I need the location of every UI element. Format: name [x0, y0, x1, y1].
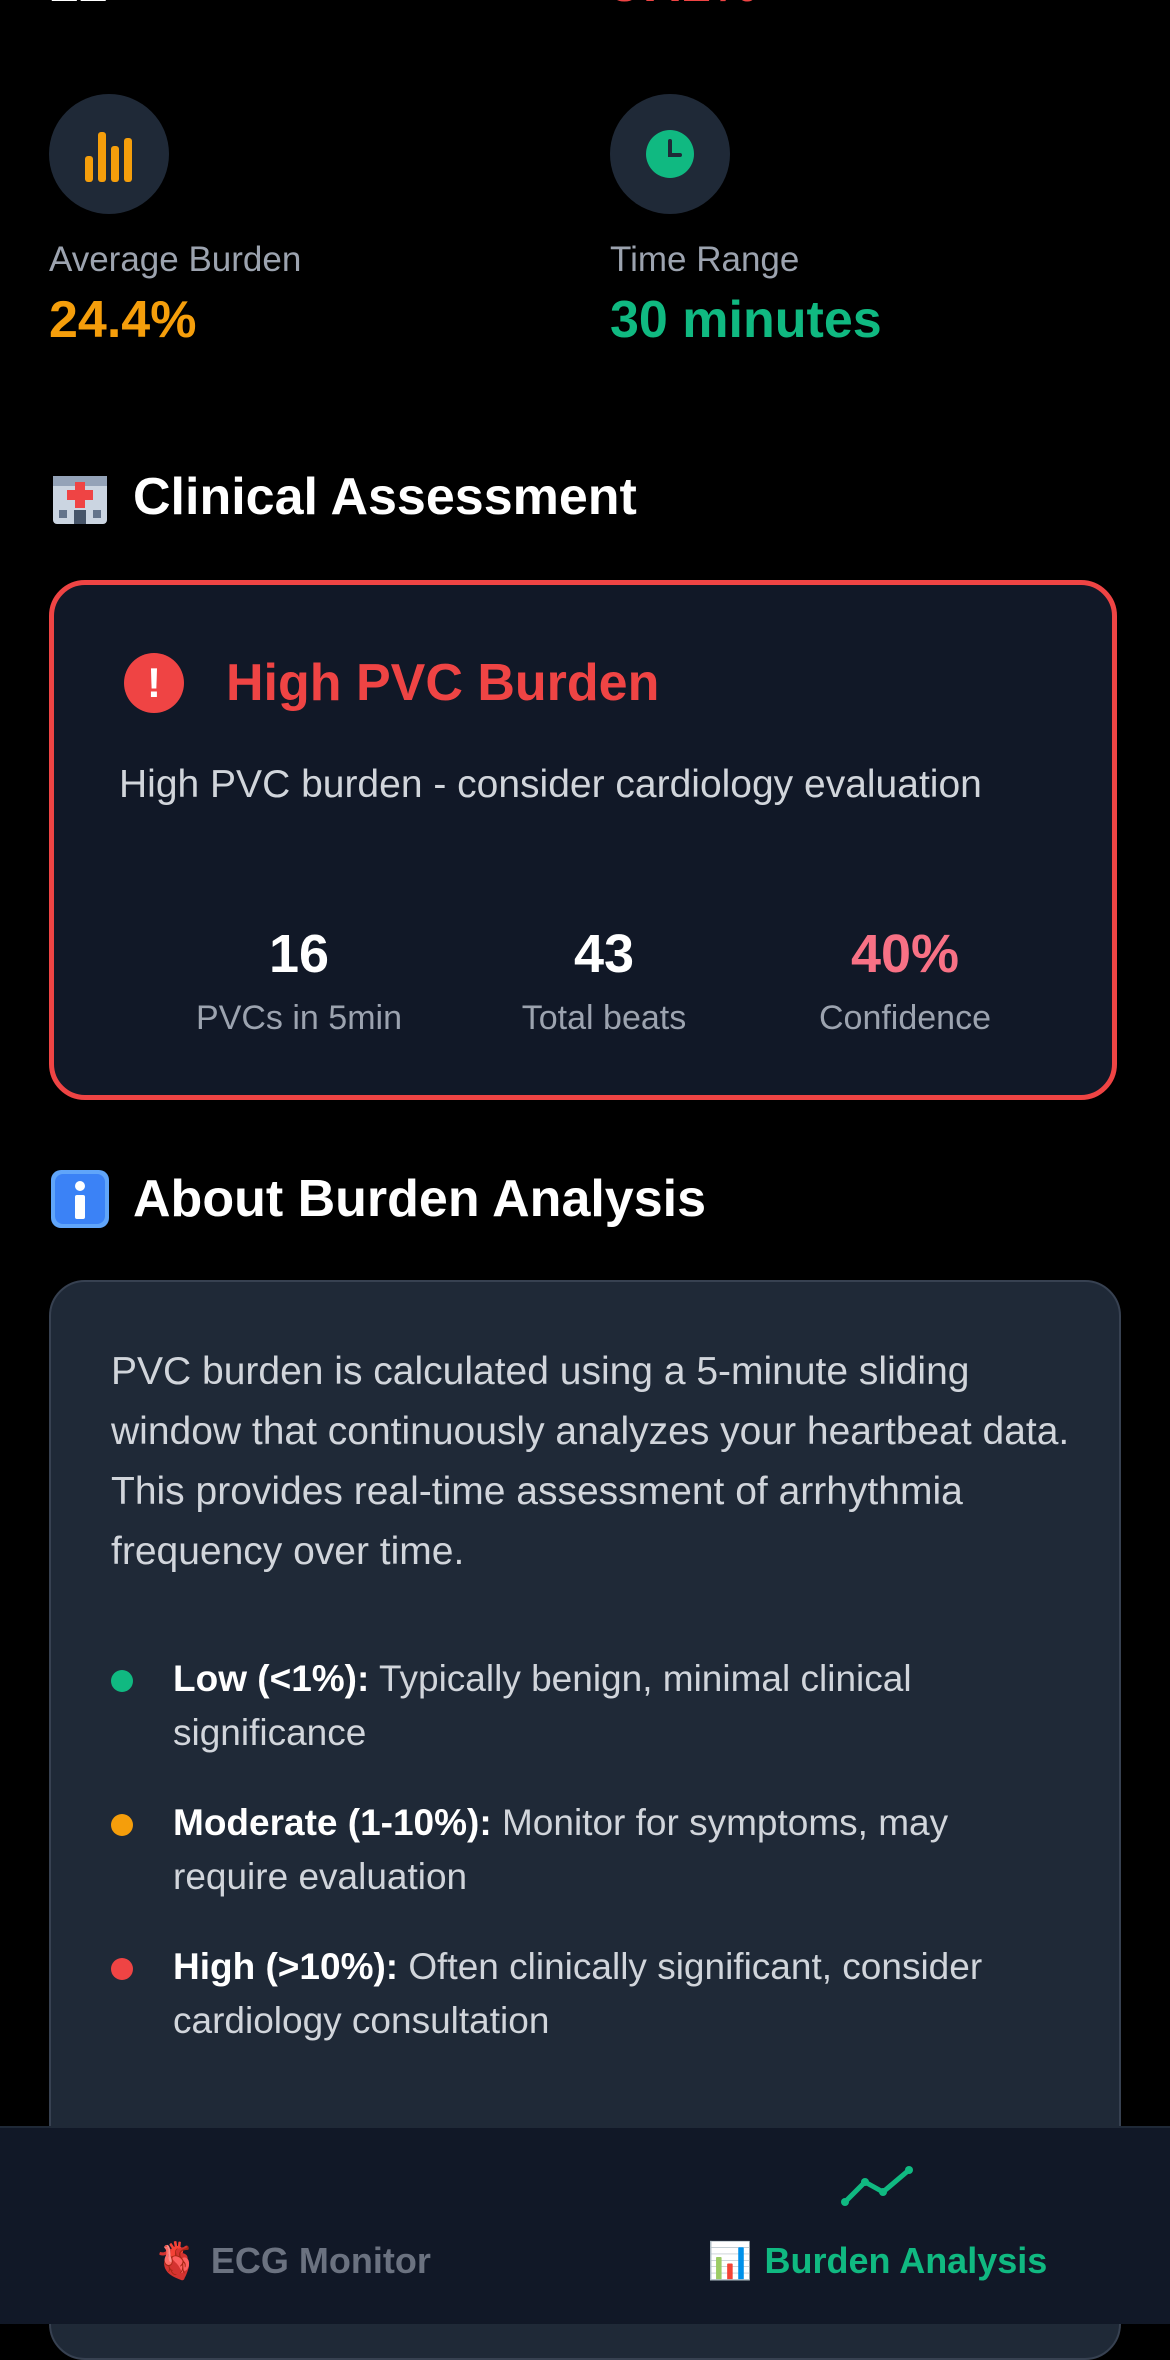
metric-label: Confidence — [818, 999, 991, 1037]
level-name: Moderate (1-10%): — [173, 1802, 492, 1843]
level-name: High (>10%): — [173, 1946, 399, 1987]
level-moderate: Moderate (1-10%): Monitor for symptoms, … — [111, 1796, 1071, 1904]
average-burden-stat: Average Burden 24.4% — [49, 94, 569, 350]
alert-description: High PVC burden - consider cardiology ev… — [119, 763, 982, 806]
level-name: Low (<1%): — [173, 1658, 370, 1699]
clipped-stats-row: 22 37.2% — [0, 0, 1170, 34]
alert-title: High PVC Burden — [226, 654, 660, 712]
average-burden-value: 24.4% — [49, 291, 197, 349]
metric-pvcs: 16 PVCs in 5min — [149, 923, 449, 1038]
clinical-alert-card: ! High PVC Burden High PVC burden - cons… — [49, 580, 1117, 1100]
clipped-right-value: 37.2% — [610, 0, 757, 14]
alert-header: ! High PVC Burden — [124, 653, 659, 713]
chart-emoji-icon: 📊 — [707, 2240, 753, 2281]
clock-icon — [610, 94, 730, 214]
about-heading: About Burden Analysis — [49, 1168, 706, 1230]
metric-confidence: 40% Confidence — [755, 923, 1055, 1038]
tab-burden-analysis[interactable]: 📊 Burden Analysis — [585, 2128, 1170, 2324]
metric-label: PVCs in 5min — [196, 999, 402, 1037]
green-dot-icon — [111, 1670, 133, 1692]
bottom-tab-bar: 🫀 ECG Monitor 📊 Burden Analysis — [0, 2126, 1170, 2324]
metric-label: Total beats — [521, 999, 687, 1037]
time-range-stat: Time Range 30 minutes — [610, 94, 1130, 350]
info-icon — [49, 1168, 111, 1230]
exclamation-icon: ! — [124, 653, 184, 713]
red-dot-icon — [111, 1958, 133, 1980]
level-low: Low (<1%): Typically benign, minimal cli… — [111, 1652, 1071, 1760]
tab-ecg-monitor[interactable]: 🫀 ECG Monitor — [0, 2128, 585, 2324]
heart-icon: 🫀 — [154, 2240, 199, 2281]
clinical-assessment-heading: Clinical Assessment — [49, 466, 637, 528]
metric-total-beats: 43 Total beats — [454, 923, 754, 1038]
average-burden-label: Average Burden — [49, 240, 302, 279]
metric-value: 43 — [573, 924, 635, 984]
clipped-left-value: 22 — [50, 0, 108, 14]
about-title: About Burden Analysis — [133, 1170, 707, 1228]
bar-chart-icon — [49, 94, 169, 214]
tab-label: Burden Analysis — [764, 2240, 1048, 2281]
time-range-label: Time Range — [610, 240, 800, 279]
clinical-assessment-title: Clinical Assessment — [133, 468, 637, 526]
metric-value: 40% — [850, 924, 960, 984]
time-range-value: 30 minutes — [610, 291, 882, 349]
trend-line-icon — [840, 2164, 915, 2213]
orange-dot-icon — [111, 1814, 133, 1836]
about-description: PVC burden is calculated using a 5-minut… — [111, 1350, 1070, 1573]
hospital-icon — [49, 466, 111, 528]
metric-value: 16 — [268, 924, 330, 984]
level-high: High (>10%): Often clinically significan… — [111, 1940, 1071, 2048]
tab-label: ECG Monitor — [210, 2240, 431, 2281]
